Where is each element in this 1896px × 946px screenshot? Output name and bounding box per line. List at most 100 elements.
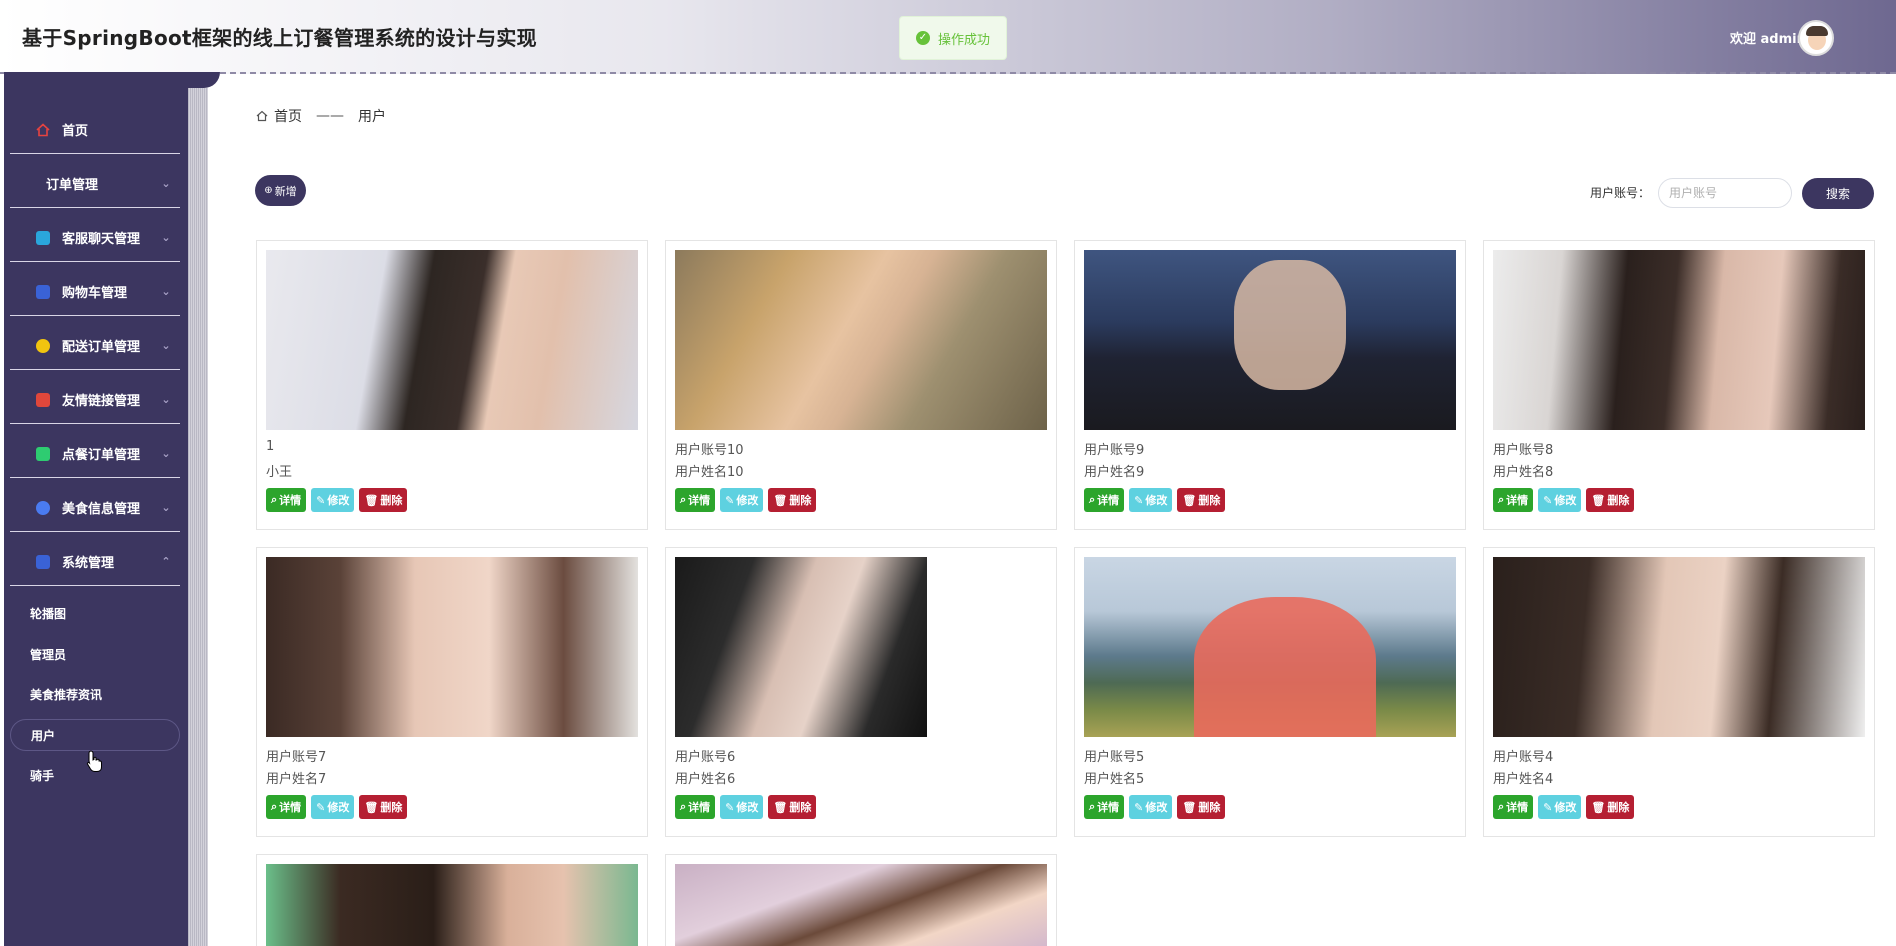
user-photo[interactable] <box>266 864 638 946</box>
blank-icon <box>20 177 34 191</box>
edit-button[interactable]: ✎ 修改 <box>720 795 764 819</box>
edit-button[interactable]: ✎ 修改 <box>1538 488 1582 512</box>
menu-label: 点餐订单管理 <box>62 448 141 463</box>
edit-label: 修改 <box>1145 801 1168 814</box>
submenu-item-users[interactable]: 用户 <box>10 719 180 751</box>
delete-button[interactable]: 🗑 删除 <box>359 795 408 819</box>
sidebar-tab <box>4 72 220 88</box>
trash-icon: 🗑 <box>364 493 379 507</box>
menu-item-cart[interactable]: 购物车管理 ⌄ <box>10 268 180 316</box>
detail-button[interactable]: ⌕ 详情 <box>1493 795 1534 819</box>
submenu-item-admin[interactable]: 管理员 <box>10 638 180 670</box>
delete-button[interactable]: 🗑 删除 <box>1586 488 1635 512</box>
edit-button[interactable]: ✎ 修改 <box>1538 795 1582 819</box>
edit-label: 修改 <box>327 801 350 814</box>
user-account: 用户账号8 <box>1493 443 1554 458</box>
user-photo[interactable] <box>675 250 1047 430</box>
detail-button[interactable]: ⌕ 详情 <box>1493 488 1534 512</box>
delivery-icon <box>36 338 50 353</box>
menu-item-orders[interactable]: 订单管理 ⌄ <box>10 160 180 208</box>
menu-item-delivery[interactable]: 配送订单管理 ⌄ <box>10 322 180 370</box>
food-icon <box>36 500 50 515</box>
delete-button[interactable]: 🗑 删除 <box>768 795 817 819</box>
user-account: 用户账号7 <box>266 750 327 765</box>
search-icon: ⌕ <box>1498 800 1505 813</box>
sidebar-scroll-strip[interactable] <box>188 88 208 946</box>
user-photo[interactable] <box>266 250 638 430</box>
submenu-item-carousel[interactable]: 轮播图 <box>10 597 180 629</box>
link-icon <box>36 392 50 407</box>
menu-item-system[interactable]: 系统管理 ⌃ <box>10 538 180 586</box>
menu-item-food-info[interactable]: 美食信息管理 ⌄ <box>10 484 180 532</box>
delete-label: 删除 <box>1607 494 1630 507</box>
detail-label: 详情 <box>688 494 711 507</box>
menu-label: 客服聊天管理 <box>62 232 141 247</box>
top-header: 基于SpringBoot框架的线上订餐管理系统的设计与实现 ✓ 操作成功 欢迎 … <box>0 0 1896 74</box>
detail-button[interactable]: ⌕ 详情 <box>266 795 307 819</box>
user-photo[interactable] <box>1493 250 1865 430</box>
menu-item-home[interactable]: 首页 <box>10 106 180 154</box>
user-name: 小王 <box>266 465 293 480</box>
user-photo[interactable] <box>266 557 638 737</box>
delete-button[interactable]: 🗑 删除 <box>768 488 817 512</box>
user-card: 用户账号7 用户姓名7 ⌕ 详情 ✎ 修改 🗑 删除 <box>256 547 648 837</box>
toast-text: 操作成功 <box>937 32 990 48</box>
edit-button[interactable]: ✎ 修改 <box>1129 488 1173 512</box>
delete-button[interactable]: 🗑 删除 <box>1177 488 1226 512</box>
pencil-icon: ✎ <box>316 800 326 814</box>
success-toast: ✓ 操作成功 <box>899 16 1007 60</box>
delete-button[interactable]: 🗑 删除 <box>1177 795 1226 819</box>
pencil-icon: ✎ <box>1543 800 1553 814</box>
menu-item-chat[interactable]: 客服聊天管理 ⌄ <box>10 214 180 262</box>
submenu-label: 骑手 <box>30 768 55 783</box>
user-name: 用户姓名6 <box>675 772 736 787</box>
user-photo[interactable] <box>675 557 1047 737</box>
edit-button[interactable]: ✎ 修改 <box>311 795 355 819</box>
user-card <box>256 854 648 946</box>
add-button[interactable]: ⊕ 新增 <box>255 175 306 206</box>
user-card: 用户账号10 用户姓名10 ⌕ 详情 ✎ 修改 🗑 删除 <box>665 240 1057 530</box>
mouse-cursor-icon <box>86 750 102 772</box>
pencil-icon: ✎ <box>316 493 326 507</box>
add-button-label: 新增 <box>274 184 297 198</box>
detail-button[interactable]: ⌕ 详情 <box>675 488 716 512</box>
user-photo[interactable] <box>1084 557 1456 737</box>
search-input[interactable] <box>1658 178 1792 208</box>
user-account: 用户账号9 <box>1084 443 1145 458</box>
menu-label: 配送订单管理 <box>62 340 141 355</box>
pencil-icon: ✎ <box>725 493 735 507</box>
chevron-down-icon: ⌄ <box>161 501 171 514</box>
user-name: 用户姓名7 <box>266 772 327 787</box>
user-card: 用户账号4 用户姓名4 ⌕ 详情 ✎ 修改 🗑 删除 <box>1483 547 1875 837</box>
user-photo[interactable] <box>675 864 1047 946</box>
user-account: 用户账号10 <box>675 443 744 458</box>
avatar[interactable] <box>1798 20 1834 56</box>
delete-label: 删除 <box>380 494 403 507</box>
menu-item-links[interactable]: 友情链接管理 ⌄ <box>10 376 180 424</box>
user-card <box>665 854 1057 946</box>
detail-button[interactable]: ⌕ 详情 <box>1084 488 1125 512</box>
trash-icon: 🗑 <box>1591 800 1606 814</box>
detail-button[interactable]: ⌕ 详情 <box>675 795 716 819</box>
edit-button[interactable]: ✎ 修改 <box>1129 795 1173 819</box>
user-photo[interactable] <box>1084 250 1456 430</box>
detail-button[interactable]: ⌕ 详情 <box>1084 795 1125 819</box>
search-button[interactable]: 搜索 <box>1802 178 1874 209</box>
breadcrumb-home[interactable]: 首页 <box>274 106 302 126</box>
user-name: 用户姓名9 <box>1084 465 1145 480</box>
detail-button[interactable]: ⌕ 详情 <box>266 488 307 512</box>
delete-label: 删除 <box>789 494 812 507</box>
check-circle-icon: ✓ <box>915 31 930 45</box>
edit-button[interactable]: ✎ 修改 <box>720 488 764 512</box>
user-name: 用户姓名10 <box>675 465 744 480</box>
app-title: 基于SpringBoot框架的线上订餐管理系统的设计与实现 <box>22 26 537 50</box>
delete-button[interactable]: 🗑 删除 <box>1586 795 1635 819</box>
edit-label: 修改 <box>1554 801 1577 814</box>
menu-item-food-orders[interactable]: 点餐订单管理 ⌄ <box>10 430 180 478</box>
edit-button[interactable]: ✎ 修改 <box>311 488 355 512</box>
submenu-item-food-news[interactable]: 美食推荐资讯 <box>10 678 180 710</box>
user-photo[interactable] <box>1493 557 1865 737</box>
menu-label: 订单管理 <box>46 178 99 193</box>
trash-icon: 🗑 <box>1182 800 1197 814</box>
delete-button[interactable]: 🗑 删除 <box>359 488 408 512</box>
